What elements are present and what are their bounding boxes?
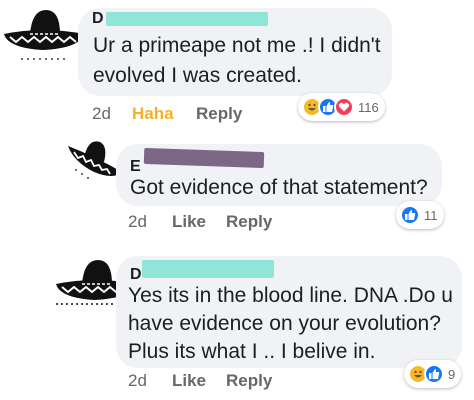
love-icon [334,97,354,117]
comment-text-line: Got evidence of that statement? [130,176,428,199]
comment-text-line: Yes its in the blood line. DNA .Do u [128,284,453,307]
name-redaction [142,260,274,278]
reply-button[interactable]: Reply [226,371,272,391]
reaction-summary[interactable]: 9 [404,360,462,388]
commenter-name[interactable]: D [92,10,104,28]
comment-bubble: D Yes its in the blood line. DNA .Do u h… [116,256,462,368]
comment-text-line: Plus its what I .. I belive in. [128,340,376,363]
like-button[interactable]: Like [172,212,206,232]
sombrero-icon[interactable] [0,4,86,62]
comment-timestamp[interactable]: 2d [128,371,147,391]
name-redaction [143,147,265,169]
reaction-count: 11 [424,207,438,223]
name-redaction [106,12,268,26]
reaction-count: 9 [448,366,456,382]
reply-button[interactable]: Reply [196,104,242,124]
reply-button[interactable]: Reply [226,212,272,232]
like-icon [400,205,420,225]
comment-bubble: E Got evidence of that statement? [116,144,442,206]
reaction-summary[interactable]: 116 [298,93,385,121]
reaction-count: 116 [358,99,379,115]
comment-bubble: D Ur a primeape not me .! I didn't evolv… [78,8,392,96]
haha-button[interactable]: Haha [132,104,174,124]
reaction-summary[interactable]: 11 [396,201,444,229]
comment-text-line: Ur a primeape not me .! I didn't [93,34,381,57]
like-button[interactable]: Like [172,371,206,391]
comment-timestamp[interactable]: 2d [92,104,111,124]
comment-timestamp[interactable]: 2d [128,212,147,232]
comment-text-line: evolved I was created. [93,64,302,87]
like-icon [424,364,444,384]
comment-text-line: have evidence on your evolution? [128,312,441,335]
